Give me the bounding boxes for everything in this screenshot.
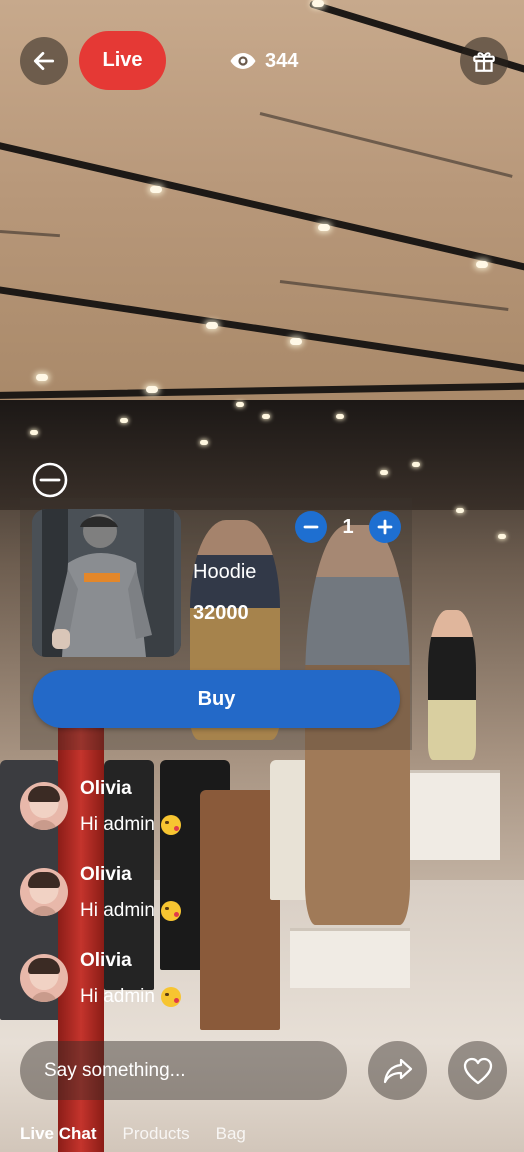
avatar[interactable] xyxy=(20,782,68,830)
spotlight xyxy=(262,414,270,419)
like-button[interactable] xyxy=(448,1041,507,1100)
spotlight xyxy=(36,374,48,381)
gift-icon xyxy=(473,52,495,72)
chat-username: Olivia xyxy=(80,864,132,885)
spotlight xyxy=(412,462,420,467)
kiss-emoji-icon xyxy=(160,987,181,1007)
chat-text: Hi admin xyxy=(80,900,181,922)
quantity-stepper: 1 xyxy=(295,511,401,543)
tab-bag[interactable]: Bag xyxy=(216,1124,246,1144)
chat-username: Olivia xyxy=(80,778,132,799)
back-button[interactable] xyxy=(20,37,68,85)
back-arrow-icon xyxy=(33,52,55,70)
kiss-emoji-icon xyxy=(160,901,181,921)
spotlight xyxy=(206,322,218,329)
display-table xyxy=(400,770,500,860)
spotlight xyxy=(380,470,388,475)
buy-button-label: Buy xyxy=(197,687,236,710)
spotlight xyxy=(498,534,506,539)
spotlight xyxy=(120,418,128,423)
chat-message: Olivia Hi admin xyxy=(20,864,320,928)
spotlight xyxy=(146,386,158,393)
chat-text-value: Hi admin xyxy=(80,986,155,1007)
minus-icon xyxy=(303,525,319,529)
chat-message: Olivia Hi admin xyxy=(20,950,320,1014)
mannequin xyxy=(428,610,476,760)
viewer-count-value: 344 xyxy=(265,49,299,72)
viewer-count: 344 xyxy=(229,47,298,75)
tab-live-chat[interactable]: Live Chat xyxy=(20,1124,97,1144)
minus-circle-icon xyxy=(32,462,68,498)
decrease-quantity-button[interactable] xyxy=(295,511,327,543)
spotlight xyxy=(336,414,344,419)
buy-button[interactable]: Buy xyxy=(33,670,400,728)
avatar[interactable] xyxy=(20,954,68,1002)
tab-products[interactable]: Products xyxy=(123,1124,190,1144)
spotlight xyxy=(318,224,330,231)
gift-button[interactable] xyxy=(460,37,508,85)
chat-message: Olivia Hi admin xyxy=(20,778,320,842)
product-name: Hoodie xyxy=(193,561,257,583)
chat-text: Hi admin xyxy=(80,814,181,836)
product-image[interactable] xyxy=(32,509,181,657)
spotlight xyxy=(312,0,324,7)
avatar[interactable] xyxy=(20,868,68,916)
heart-icon xyxy=(463,1057,492,1084)
kiss-emoji-icon xyxy=(160,815,181,835)
chat-text-value: Hi admin xyxy=(80,900,155,921)
spotlight xyxy=(30,430,38,435)
plus-icon xyxy=(377,519,393,535)
quantity-value: 1 xyxy=(342,515,354,538)
live-badge: Live xyxy=(79,31,166,90)
hoodie-photo xyxy=(32,509,181,657)
chat-text-value: Hi admin xyxy=(80,814,155,835)
collapse-product-button[interactable] xyxy=(32,462,68,498)
spotlight xyxy=(456,508,464,513)
eye-icon xyxy=(230,53,256,69)
spotlight xyxy=(476,261,488,268)
spotlight xyxy=(150,186,162,193)
chat-input[interactable]: Say something... xyxy=(20,1041,347,1100)
increase-quantity-button[interactable] xyxy=(369,511,401,543)
chat-username: Olivia xyxy=(80,950,132,971)
share-button[interactable] xyxy=(368,1041,427,1100)
bottom-tabs: Live Chat Products Bag xyxy=(20,1124,246,1144)
spotlight xyxy=(290,338,302,345)
product-price: 32000 xyxy=(193,602,249,624)
share-icon xyxy=(383,1058,412,1083)
chat-input-placeholder: Say something... xyxy=(44,1059,186,1081)
live-label: Live xyxy=(102,49,143,71)
spotlight xyxy=(236,402,244,407)
chat-text: Hi admin xyxy=(80,986,181,1008)
spotlight xyxy=(200,440,208,445)
